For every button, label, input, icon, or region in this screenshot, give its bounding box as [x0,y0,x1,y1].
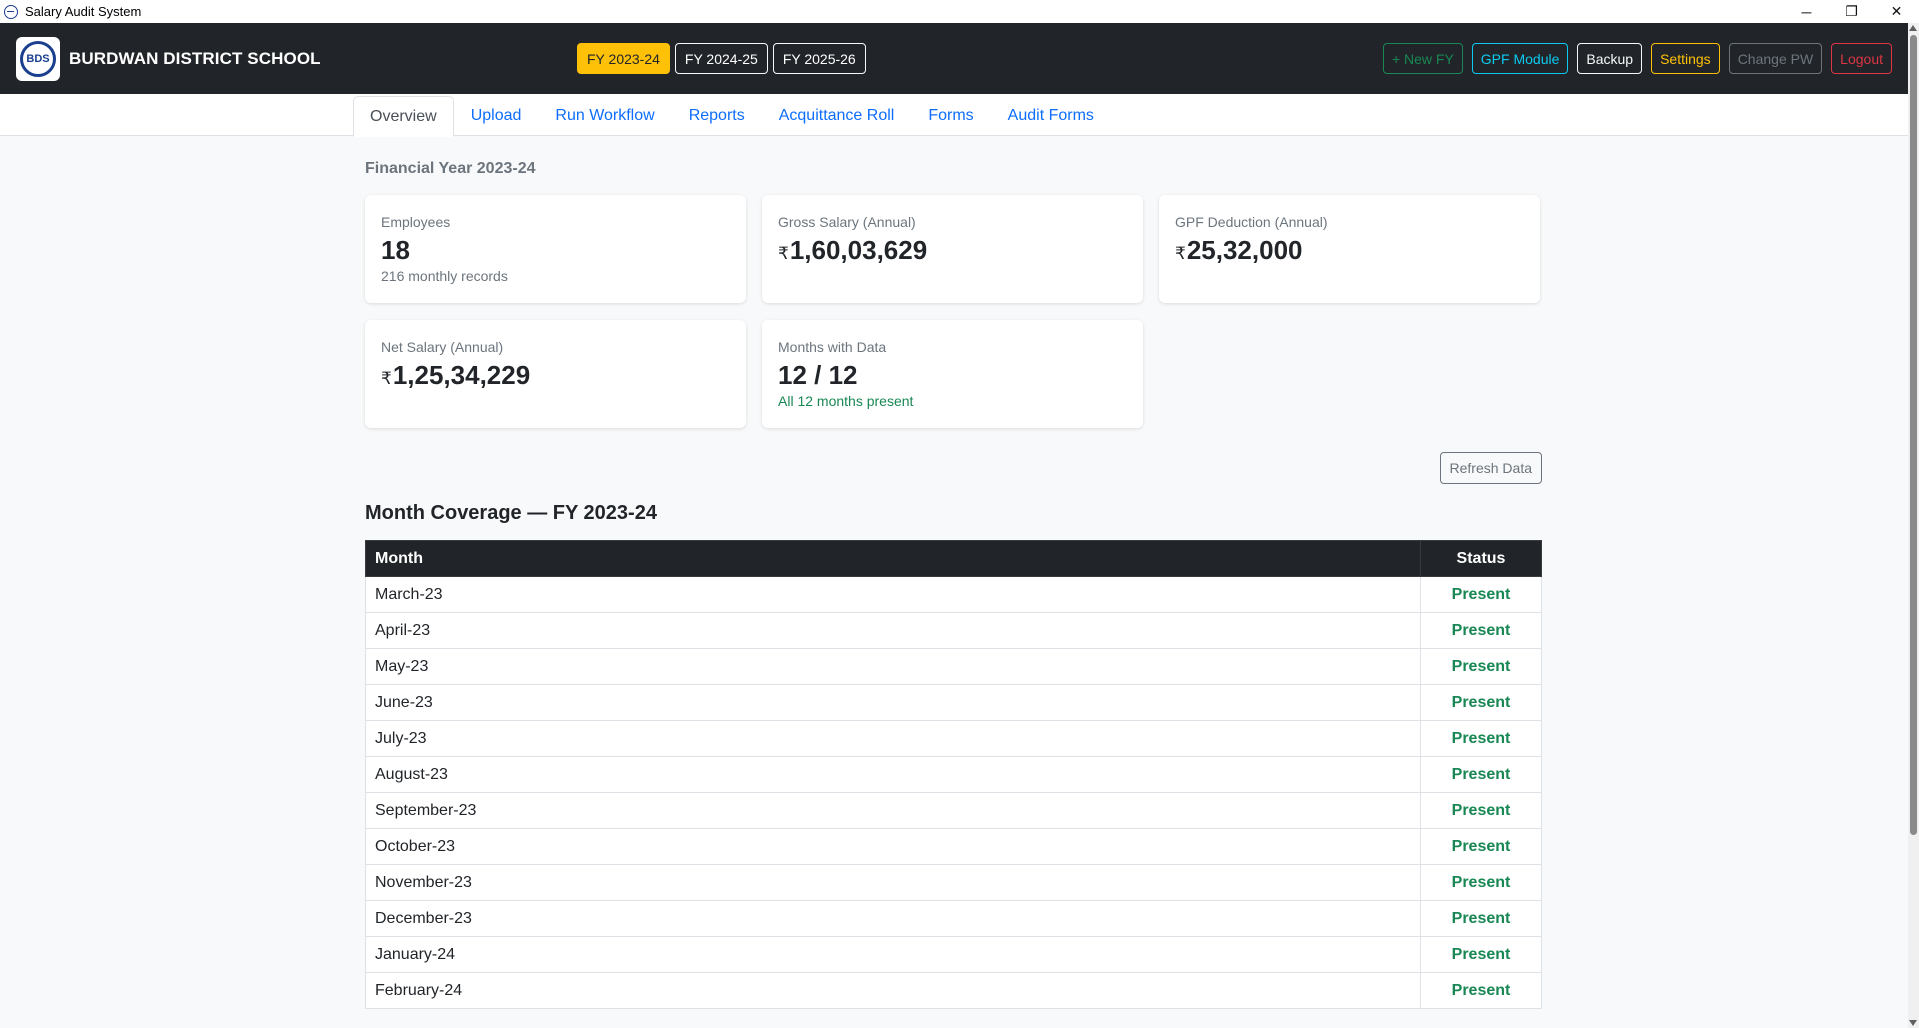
rupee-symbol: ₹ [381,369,392,388]
settings-button[interactable]: Settings [1651,43,1720,74]
gpf-deduction-card: GPF Deduction (Annual) ₹25,32,000 [1159,195,1540,303]
status-column-header: Status [1420,540,1542,577]
month-cell: October-23 [365,828,1421,865]
fy-heading: Financial Year 2023-24 [365,160,536,177]
table-row: January-24 Present [365,936,1542,973]
table-row: May-23 Present [365,648,1542,685]
restore-button[interactable]: ❐ [1829,0,1874,23]
tab-upload[interactable]: Upload [454,96,539,136]
table-row: October-23 Present [365,828,1542,865]
vertical-scrollbar[interactable] [1908,23,1919,1028]
tab-acquittance-roll[interactable]: Acquittance Roll [762,96,912,136]
card-label: Months with Data [778,339,887,355]
table-row: November-23 Present [365,864,1542,901]
table-row: September-23 Present [365,792,1542,829]
table-header-row: Month Status [365,540,1542,577]
month-cell: January-24 [365,936,1421,973]
fy-button-2025-26[interactable]: FY 2025-26 [772,43,866,74]
change-password-button[interactable]: Change PW [1728,43,1823,74]
status-cell: Present [1420,720,1542,757]
months-count: 12 / 12 [778,360,858,390]
scroll-up-arrow-icon[interactable] [1909,25,1917,31]
table-row: February-24 Present [365,972,1542,1009]
rupee-symbol: ₹ [1175,244,1186,263]
table-body: March-23 Present April-23 Present May-23 Pr… [365,576,1542,1009]
rupee-symbol: ₹ [778,244,789,263]
employees-card: Employees 18 216 monthly records [365,195,746,303]
month-cell: July-23 [365,720,1421,757]
table-row: August-23 Present [365,756,1542,793]
card-label: Net Salary (Annual) [381,339,504,355]
tab-audit-forms[interactable]: Audit Forms [991,96,1111,136]
status-cell: Present [1420,828,1542,865]
month-cell: December-23 [365,900,1421,937]
tab-overview[interactable]: Overview [353,96,454,137]
table-row: June-23 Present [365,684,1542,721]
table-row: March-23 Present [365,576,1542,613]
month-cell: November-23 [365,864,1421,901]
brand[interactable]: BDS BURDWAN DISTRICT SCHOOL [16,36,321,81]
status-cell: Present [1420,648,1542,685]
logo-emblem: BDS [20,40,56,77]
status-cell: Present [1420,612,1542,649]
app-icon [4,4,18,19]
gpf-module-button[interactable]: GPF Module [1471,43,1569,74]
fy-selector: FY 2023-24 FY 2024-25 FY 2025-26 [577,43,866,74]
tab-reports[interactable]: Reports [672,96,762,136]
school-logo: BDS [16,36,60,81]
coverage-title: Month Coverage — FY 2023-24 [365,502,657,524]
table-row: April-23 Present [365,612,1542,649]
month-cell: June-23 [365,684,1421,721]
gross-salary-card: Gross Salary (Annual) ₹1,60,03,629 [762,195,1143,303]
status-cell: Present [1420,756,1542,793]
tab-forms[interactable]: Forms [911,96,990,136]
school-name: BURDWAN DISTRICT SCHOOL [69,48,321,68]
employees-count: 18 [381,235,410,265]
status-cell: Present [1420,792,1542,829]
nav-tabs: Overview Upload Run Workflow Reports Acq… [353,96,1111,137]
month-column-header: Month [365,540,1421,577]
month-cell: March-23 [365,576,1421,613]
status-cell: Present [1420,936,1542,973]
net-salary-value: 1,25,34,229 [392,360,531,390]
month-cell: April-23 [365,612,1421,649]
status-cell: Present [1420,864,1542,901]
refresh-data-button[interactable]: Refresh Data [1439,452,1542,484]
scrollbar-thumb[interactable] [1910,35,1917,835]
logout-button[interactable]: Logout [1831,43,1892,74]
status-cell: Present [1420,900,1542,937]
fy-button-2024-25[interactable]: FY 2024-25 [674,43,768,74]
navbar-actions: + New FY GPF Module Backup Settings Chan… [1382,43,1892,74]
month-cell: February-24 [365,972,1421,1009]
table-row: July-23 Present [365,720,1542,757]
minimize-button[interactable]: ─ [1784,0,1829,23]
card-label: GPF Deduction (Annual) [1175,214,1328,230]
month-cell: May-23 [365,648,1421,685]
scroll-down-arrow-icon[interactable] [1909,1020,1917,1026]
month-coverage-table: Month Status March-23 Present April-23 Pre… [365,540,1542,1009]
net-salary-card: Net Salary (Annual) ₹1,25,34,229 [365,320,746,428]
top-navbar: BDS BURDWAN DISTRICT SCHOOL FY 2023-24 F… [0,23,1908,94]
close-button[interactable]: ✕ [1874,0,1919,23]
months-status: All 12 months present [778,393,914,409]
monthly-records: 216 monthly records [381,268,508,284]
status-cell: Present [1420,576,1542,613]
month-cell: August-23 [365,756,1421,793]
status-cell: Present [1420,972,1542,1009]
status-cell: Present [1420,684,1542,721]
fy-button-2023-24[interactable]: FY 2023-24 [577,43,670,74]
tab-run-workflow[interactable]: Run Workflow [538,96,671,136]
window-title: Salary Audit System [25,4,142,19]
card-label: Employees [381,214,451,230]
new-fy-button[interactable]: + New FY [1382,43,1463,74]
table-row: December-23 Present [365,900,1542,937]
window-titlebar: Salary Audit System ─ ❐ ✕ [0,0,1919,23]
card-label: Gross Salary (Annual) [778,214,916,230]
backup-button[interactable]: Backup [1577,43,1643,74]
months-card: Months with Data 12 / 12 All 12 months p… [762,320,1143,428]
tab-bar: Overview Upload Run Workflow Reports Acq… [0,94,1908,137]
gpf-deduction-value: 25,32,000 [1186,235,1303,265]
month-cell: September-23 [365,792,1421,829]
gross-salary-value: 1,60,03,629 [789,235,928,265]
